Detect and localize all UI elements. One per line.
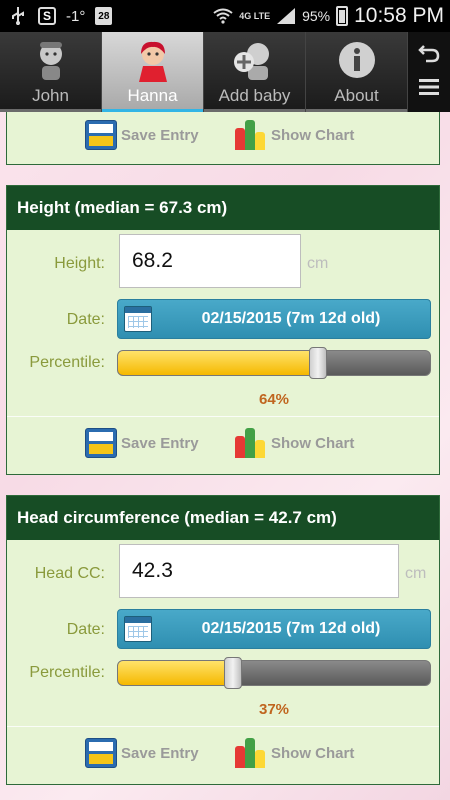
usb-icon (8, 6, 28, 26)
back-arrow-icon[interactable] (418, 43, 440, 67)
date-picker-button[interactable]: 02/15/2015 (7m 12d old) (117, 609, 431, 649)
battery-icon (336, 6, 349, 26)
save-entry-button[interactable]: Save Entry (85, 738, 199, 768)
percentile-slider[interactable] (117, 350, 431, 376)
show-chart-label: Show Chart (271, 744, 355, 762)
show-chart-label: Show Chart (271, 434, 355, 452)
height-label: Height: (54, 255, 105, 272)
tab-about[interactable]: About (306, 32, 408, 112)
card-actions: Save Entry Show Chart (7, 738, 439, 774)
height-card: Height (median = 67.3 cm) Height: 68.2 c… (6, 185, 440, 475)
add-baby-icon (232, 40, 278, 89)
save-entry-button[interactable]: Save Entry (85, 120, 199, 150)
tab-john[interactable]: John (0, 32, 102, 112)
save-entry-label: Save Entry (121, 744, 199, 762)
slider-fill (118, 351, 318, 375)
s-app-icon: S (38, 7, 56, 25)
head-circumference-card: Head circumference (median = 42.7 cm) He… (6, 495, 440, 785)
tab-add-baby[interactable]: Add baby (204, 32, 306, 112)
date-value: 02/15/2015 (7m 12d old) (201, 310, 381, 327)
head-card-title: Head circumference (median = 42.7 cm) (7, 496, 439, 540)
slider-thumb[interactable] (224, 657, 243, 689)
percentile-value: 37% (258, 701, 290, 718)
show-chart-button[interactable]: Show Chart (235, 428, 354, 458)
info-icon (337, 40, 377, 85)
tab-add-baby-label: Add baby (218, 86, 291, 105)
tab-about-label: About (334, 86, 379, 105)
divider (7, 726, 439, 727)
network-type: 4G LTE (239, 10, 271, 21)
side-controls (408, 32, 450, 112)
weight-card-partial: Save Entry Show Chart (6, 112, 440, 165)
tab-john-label: John (32, 86, 69, 105)
save-entry-label: Save Entry (121, 126, 199, 144)
date-label: Date: (66, 621, 105, 638)
tab-hanna-label: Hanna (127, 86, 178, 105)
save-entry-button[interactable]: Save Entry (85, 428, 199, 458)
percentile-label: Percentile: (29, 354, 105, 371)
percentile-value: 64% (258, 391, 290, 408)
percentile-slider[interactable] (117, 660, 431, 686)
divider (7, 416, 439, 417)
girl-icon (133, 40, 173, 89)
date-picker-button[interactable]: 02/15/2015 (7m 12d old) (117, 299, 431, 339)
show-chart-button[interactable]: Show Chart (235, 738, 354, 768)
head-cc-unit: cm (405, 565, 427, 582)
tab-hanna[interactable]: Hanna (102, 32, 204, 112)
status-bar: S -1° 28 4G LTE 95% 10:58 PM (0, 0, 450, 32)
slider-fill (118, 661, 234, 685)
height-card-title: Height (median = 67.3 cm) (7, 186, 439, 230)
chart-icon (235, 120, 267, 150)
temperature-text: -1° (66, 7, 86, 25)
calendar-icon (124, 616, 152, 642)
menu-icon[interactable] (418, 77, 440, 101)
date-label: Date: (66, 311, 105, 328)
battery-percent: 95% (302, 8, 331, 24)
calendar-icon (124, 306, 152, 332)
head-cc-input[interactable]: 42.3 (119, 544, 399, 598)
save-entry-label: Save Entry (121, 434, 199, 452)
show-chart-label: Show Chart (271, 126, 355, 144)
signal-icon (276, 6, 296, 26)
card-actions: Save Entry Show Chart (7, 428, 439, 464)
calendar-icon: 28 (95, 7, 113, 25)
chart-icon (235, 428, 267, 458)
save-icon (85, 428, 117, 458)
profile-tab-bar: John Hanna Add baby About (0, 32, 450, 112)
save-icon (85, 120, 117, 150)
show-chart-button[interactable]: Show Chart (235, 120, 354, 150)
chart-icon (235, 738, 267, 768)
percentile-label: Percentile: (29, 664, 105, 681)
save-icon (85, 738, 117, 768)
height-input[interactable]: 68.2 (119, 234, 301, 288)
head-cc-label: Head CC: (34, 565, 105, 582)
date-value: 02/15/2015 (7m 12d old) (201, 620, 381, 637)
card-actions: Save Entry Show Chart (7, 120, 439, 156)
wifi-icon (213, 6, 233, 26)
clock: 10:58 PM (354, 4, 444, 27)
height-unit: cm (307, 255, 329, 272)
slider-thumb[interactable] (308, 347, 327, 379)
boy-icon (31, 40, 71, 89)
